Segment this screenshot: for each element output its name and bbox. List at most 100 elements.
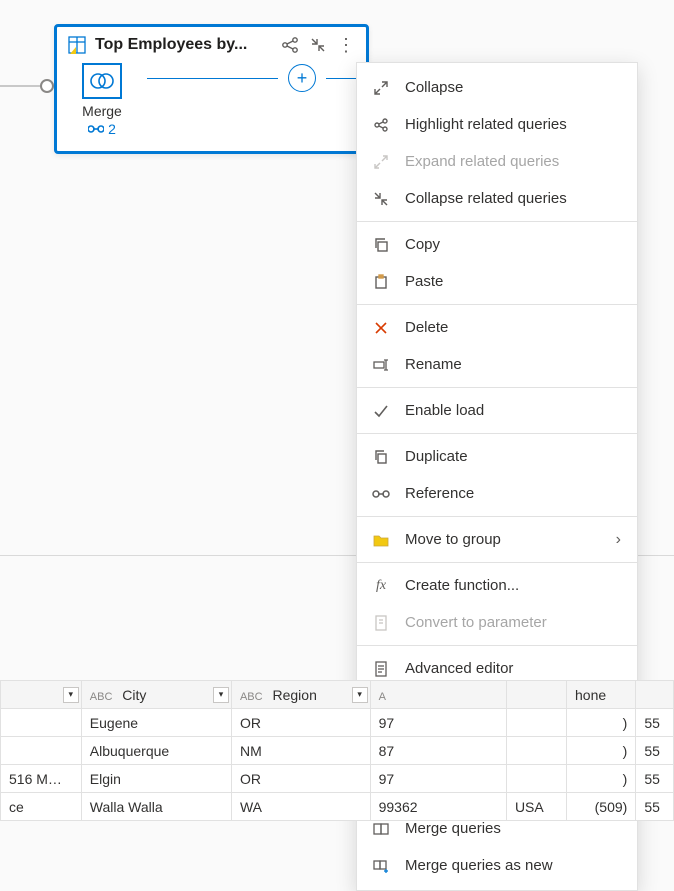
add-step-button[interactable]: + [288,64,316,92]
menu-separator [357,645,637,646]
menu-move-to-group[interactable]: Move to group › [357,521,637,558]
menu-copy[interactable]: Copy [357,226,637,263]
copy-icon [371,235,391,255]
column-dropdown-icon[interactable]: ▾ [63,687,79,703]
cell[interactable]: 97 [370,765,506,793]
cell[interactable]: 55 [636,793,674,821]
cell[interactable]: 55 [636,709,674,737]
cell[interactable] [1,737,82,765]
menu-collapse-related[interactable]: Collapse related queries [357,180,637,217]
menu-collapse[interactable]: Collapse [357,69,637,106]
expand-icon [371,152,391,172]
column-header-phone[interactable]: hone [567,681,636,709]
check-icon [371,401,391,421]
cell[interactable]: NM [231,737,370,765]
cell[interactable]: OR [231,765,370,793]
cell[interactable]: 55 [636,737,674,765]
cell[interactable]: USA [506,793,566,821]
diagram-canvas[interactable]: Top Employees by... ⋮ [0,0,674,841]
cell[interactable]: ) [567,709,636,737]
column-dropdown-icon[interactable]: ▾ [213,687,229,703]
menu-delete[interactable]: Delete [357,309,637,346]
menu-duplicate[interactable]: Duplicate [357,438,637,475]
cell[interactable]: 97 [370,709,506,737]
cell[interactable]: ) [567,765,636,793]
cell[interactable]: Elgin [81,765,231,793]
menu-label: Merge queries as new [405,857,621,874]
menu-enable-load[interactable]: Enable load [357,392,637,429]
menu-separator [357,387,637,388]
menu-reference[interactable]: Reference [357,475,637,512]
menu-separator [357,562,637,563]
cell[interactable] [506,709,566,737]
cell[interactable]: Eugene [81,709,231,737]
table-body: Eugene OR 97 ) 55 Albuquerque NM 87 ) 55… [1,709,674,821]
column-label: hone [575,687,606,703]
query-title: Top Employees by... [95,36,272,54]
parameter-icon [371,613,391,633]
menu-label: Merge queries [405,820,621,837]
type-tag: ABC [90,691,113,703]
cell[interactable]: OR [231,709,370,737]
menu-separator [357,304,637,305]
column-label: Region [272,687,316,703]
menu-label: Highlight related queries [405,116,621,133]
more-options-icon[interactable]: ⋮ [336,35,356,55]
column-label: City [122,687,146,703]
cell[interactable]: 55 [636,765,674,793]
merge-new-icon [371,856,391,876]
related-queries-icon[interactable] [280,35,300,55]
fx-icon: fx [371,576,391,596]
step-merge[interactable]: Merge 2 [67,63,137,137]
step-label: Merge [82,103,122,119]
cell[interactable]: ce [1,793,82,821]
cell[interactable]: 516 M… [1,765,82,793]
table-row[interactable]: 516 M… Elgin OR 97 ) 55 [1,765,674,793]
cell[interactable]: 87 [370,737,506,765]
menu-label: Move to group [405,531,602,548]
menu-paste[interactable]: Paste [357,263,637,300]
table-row[interactable]: ce Walla Walla WA 99362 USA (509) 55 [1,793,674,821]
cell[interactable]: Walla Walla [81,793,231,821]
cell[interactable]: 99362 [370,793,506,821]
upstream-node-dot[interactable] [40,79,54,93]
cell[interactable] [506,765,566,793]
chevron-right-icon: › [616,531,621,549]
query-node[interactable]: Top Employees by... ⋮ [54,24,369,154]
column-header-city[interactable]: ABC City ▾ [81,681,231,709]
step-out-connector [326,78,356,79]
column-header[interactable]: ▾ [1,681,82,709]
column-header[interactable]: A [370,681,506,709]
cell[interactable] [1,709,82,737]
menu-label: Create function... [405,577,621,594]
merge-step-icon [82,63,122,99]
upstream-connector [0,85,45,87]
cell[interactable]: WA [231,793,370,821]
cell[interactable]: (509) [567,793,636,821]
delete-icon [371,318,391,338]
collapse-node-icon[interactable] [308,35,328,55]
cell[interactable] [506,737,566,765]
editor-icon [371,659,391,679]
menu-rename[interactable]: Rename [357,346,637,383]
menu-create-function[interactable]: fx Create function... [357,567,637,604]
table-row[interactable]: Albuquerque NM 87 ) 55 [1,737,674,765]
related-count[interactable]: 2 [88,121,116,137]
related-count-value: 2 [108,121,116,137]
column-header[interactable] [636,681,674,709]
menu-separator [357,433,637,434]
data-preview-table[interactable]: ▾ ABC City ▾ ABC Region ▾ A hone [0,680,674,821]
menu-highlight-related[interactable]: Highlight related queries [357,106,637,143]
cell[interactable]: ) [567,737,636,765]
column-dropdown-icon[interactable]: ▾ [352,687,368,703]
table-row[interactable]: Eugene OR 97 ) 55 [1,709,674,737]
reference-icon [371,484,391,504]
menu-separator [357,516,637,517]
column-header-region[interactable]: ABC Region ▾ [231,681,370,709]
column-header[interactable] [506,681,566,709]
menu-label: Convert to parameter [405,614,621,631]
cell[interactable]: Albuquerque [81,737,231,765]
type-tag: A [379,691,386,703]
duplicate-icon [371,447,391,467]
menu-merge-queries-new[interactable]: Merge queries as new [357,847,637,884]
